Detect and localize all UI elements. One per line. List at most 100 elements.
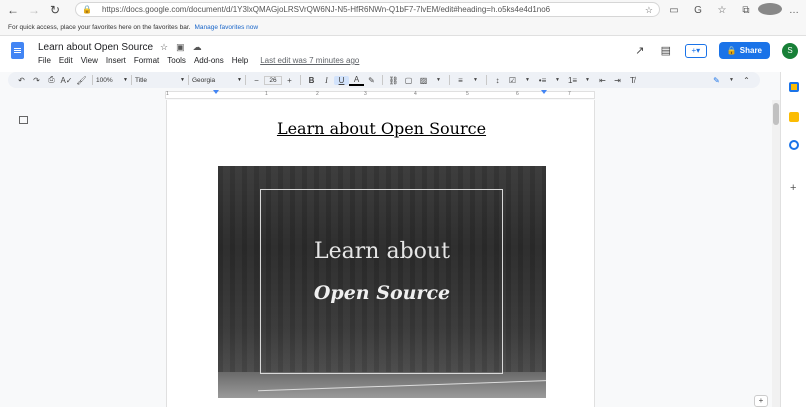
- chevron-down-icon[interactable]: ▼: [520, 77, 535, 83]
- style-value: Title: [135, 76, 148, 84]
- paint-format-icon[interactable]: 🖌: [74, 76, 89, 85]
- chevron-down-icon[interactable]: ▼: [468, 77, 483, 83]
- menu-edit[interactable]: Edit: [59, 56, 73, 65]
- extension-icon[interactable]: G: [686, 5, 710, 16]
- chevron-down-icon[interactable]: ▼: [550, 77, 565, 83]
- address-bar[interactable]: 🔒 https://docs.google.com/document/d/1Y3…: [75, 2, 660, 17]
- chevron-down-icon[interactable]: ▼: [724, 77, 739, 83]
- menu-view[interactable]: View: [81, 56, 98, 65]
- favorite-star-icon[interactable]: ☆: [645, 5, 653, 16]
- reading-view-icon[interactable]: ▭: [662, 5, 686, 16]
- forward-icon[interactable]: →: [26, 2, 42, 18]
- cloud-status-icon[interactable]: ☁: [193, 42, 202, 53]
- comments-icon[interactable]: ▤: [659, 44, 673, 57]
- ruler[interactable]: 1 1 2 3 4 5 6 7: [165, 90, 595, 99]
- document-title[interactable]: Learn about Open Source: [38, 42, 153, 53]
- favorites-icon[interactable]: ☆: [710, 5, 734, 16]
- chevron-down-icon[interactable]: ▼: [580, 77, 595, 83]
- document-heading[interactable]: Learn about Open Source: [167, 119, 596, 138]
- style-select[interactable]: Title ▼: [135, 77, 185, 84]
- tasks-icon[interactable]: [789, 140, 799, 150]
- chevron-down-icon[interactable]: ▼: [431, 77, 446, 83]
- document-page[interactable]: Learn about Open Source Learn about Open…: [166, 100, 595, 407]
- checklist-icon[interactable]: ☑: [505, 76, 520, 85]
- zoom-select[interactable]: 100% ▼: [96, 77, 128, 84]
- toolbar-divider: [245, 75, 246, 85]
- font-size-field[interactable]: 26: [264, 75, 282, 85]
- side-panel: +: [780, 72, 806, 407]
- back-icon[interactable]: ←: [5, 2, 21, 18]
- title-actions: ☆ ▣ ☁: [160, 42, 202, 53]
- chevron-down-icon: ▼: [237, 77, 242, 83]
- menu-format[interactable]: Format: [134, 56, 159, 65]
- font-value: Georgia: [192, 76, 216, 84]
- italic-button[interactable]: I: [319, 76, 334, 85]
- more-icon[interactable]: …: [782, 5, 806, 16]
- hero-title-line2: Open Source: [313, 282, 451, 304]
- activity-icon[interactable]: ↗: [633, 44, 647, 57]
- meet-button[interactable]: +▾: [684, 43, 707, 58]
- numbered-list-icon[interactable]: 1≡: [565, 76, 580, 85]
- toolbar-divider: [92, 75, 93, 85]
- increase-indent-icon[interactable]: ⇥: [610, 76, 625, 85]
- document-outline-icon[interactable]: [19, 116, 28, 124]
- menu-help[interactable]: Help: [232, 56, 248, 65]
- bulleted-list-icon[interactable]: •≡: [535, 76, 550, 85]
- explore-button[interactable]: +: [754, 395, 768, 407]
- menu-file[interactable]: File: [38, 56, 51, 65]
- editing-mode-icon[interactable]: ✎: [709, 76, 724, 85]
- lock-icon: 🔒: [82, 5, 92, 14]
- manage-favorites-link[interactable]: Manage favorites now: [194, 24, 258, 31]
- star-icon[interactable]: ☆: [160, 42, 168, 53]
- docs-logo-icon[interactable]: [11, 42, 24, 59]
- chevron-down-icon: ▼: [180, 77, 185, 83]
- underline-button[interactable]: U: [334, 75, 349, 85]
- add-addon-icon[interactable]: +: [790, 182, 796, 194]
- menu-addons[interactable]: Add-ons: [194, 56, 224, 65]
- last-edit-link[interactable]: Last edit was 7 minutes ago: [260, 56, 359, 65]
- ruler-number: 3: [364, 91, 367, 97]
- print-icon[interactable]: ⎙: [44, 75, 59, 85]
- left-indent-marker[interactable]: [213, 90, 219, 94]
- insert-image-icon[interactable]: ▨: [416, 76, 431, 85]
- collapse-menus-icon[interactable]: ⌃: [739, 76, 754, 85]
- menu-insert[interactable]: Insert: [106, 56, 126, 65]
- favorites-bar-text: For quick access, place your favorites h…: [8, 24, 191, 31]
- menu-tools[interactable]: Tools: [167, 56, 186, 65]
- clear-formatting-icon[interactable]: T̸: [625, 76, 640, 85]
- bold-button[interactable]: B: [304, 76, 319, 85]
- calendar-icon[interactable]: [789, 82, 799, 92]
- share-button[interactable]: 🔒 Share: [718, 42, 770, 59]
- docs-header: Learn about Open Source ☆ ▣ ☁ File Edit …: [0, 36, 806, 72]
- redo-icon[interactable]: ↷: [29, 76, 44, 85]
- keep-icon[interactable]: [789, 112, 799, 122]
- font-select[interactable]: Georgia ▼: [192, 77, 242, 84]
- account-avatar[interactable]: S: [782, 42, 798, 59]
- right-indent-marker[interactable]: [541, 90, 547, 94]
- collections-icon[interactable]: ⧉: [734, 5, 758, 16]
- hero-image[interactable]: Learn about Open Source: [218, 166, 546, 398]
- move-folder-icon[interactable]: ▣: [176, 42, 185, 53]
- text-color-button[interactable]: A: [349, 75, 364, 86]
- scrollbar-thumb[interactable]: [773, 103, 779, 125]
- chevron-down-icon: ▼: [123, 77, 128, 83]
- increase-font-size-button[interactable]: +: [282, 76, 297, 85]
- add-comment-icon[interactable]: ▢: [401, 76, 416, 85]
- undo-icon[interactable]: ↶: [14, 76, 29, 85]
- spellcheck-icon[interactable]: A✓: [59, 76, 74, 85]
- browser-toolbar: ← → ↻ 🔒 https://docs.google.com/document…: [0, 0, 806, 20]
- line-spacing-icon[interactable]: ↕: [490, 76, 505, 85]
- ruler-number: 5: [466, 91, 469, 97]
- toolbar-divider: [449, 75, 450, 85]
- ruler-number: 2: [316, 91, 319, 97]
- profile-avatar[interactable]: [758, 2, 782, 18]
- highlight-color-icon[interactable]: ✎: [364, 76, 379, 85]
- reload-icon[interactable]: ↻: [47, 2, 63, 18]
- browser-actions: ▭ G ☆ ⧉ …: [662, 0, 806, 20]
- insert-link-icon[interactable]: ⛓: [386, 76, 401, 85]
- decrease-font-size-button[interactable]: −: [249, 76, 264, 85]
- align-icon[interactable]: ≡: [453, 76, 468, 85]
- vertical-scrollbar[interactable]: [772, 100, 780, 407]
- decrease-indent-icon[interactable]: ⇤: [595, 76, 610, 85]
- menu-bar: File Edit View Insert Format Tools Add-o…: [38, 56, 359, 65]
